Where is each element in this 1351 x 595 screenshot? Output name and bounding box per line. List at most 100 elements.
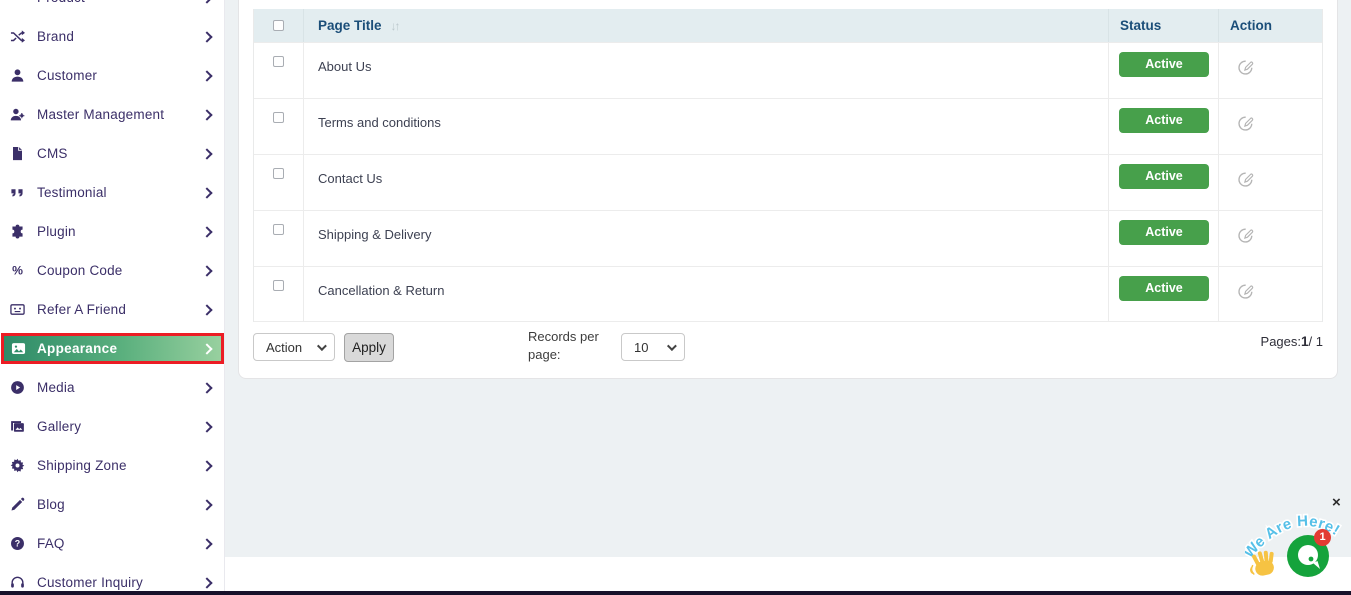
header-status-cell: Status: [1109, 9, 1219, 42]
row-checkbox[interactable]: [273, 56, 284, 67]
svg-text:?: ?: [14, 539, 19, 549]
user-gear-icon: [9, 107, 25, 123]
sidebar-item-label: Appearance: [37, 341, 117, 356]
chevron-right-icon: [201, 70, 212, 81]
sidebar-item-customer[interactable]: Customer: [0, 56, 225, 95]
chevron-right-icon: [201, 343, 212, 354]
chevron-right-icon: [201, 187, 212, 198]
sidebar-item-appearance-active[interactable]: Appearance: [1, 333, 224, 364]
sort-icon[interactable]: ↓↑: [391, 19, 399, 33]
edit-icon[interactable]: [1237, 227, 1254, 249]
sidebar-item-label: Blog: [37, 497, 65, 512]
sidebar-item-testimonial[interactable]: Testimonial: [0, 173, 225, 212]
status-badge[interactable]: Active: [1119, 276, 1209, 301]
page-title-text: Terms and conditions: [318, 115, 441, 130]
file-icon: [9, 146, 25, 162]
page-title-text: Cancellation & Return: [318, 283, 444, 298]
records-per-page-select[interactable]: 10: [621, 333, 685, 361]
sidebar-item-label: Refer A Friend: [37, 302, 126, 317]
table-row: Cancellation & Return Active: [254, 266, 1322, 322]
chevron-right-icon: [201, 109, 212, 120]
bottom-edge-bar: [0, 591, 1351, 595]
puzzle-icon: [9, 224, 25, 240]
status-badge[interactable]: Active: [1119, 52, 1209, 77]
action-cell: [1219, 211, 1324, 266]
row-checkbox-cell: [254, 155, 304, 210]
row-checkbox[interactable]: [273, 112, 284, 123]
sidebar-item-coupon-code[interactable]: % Coupon Code: [0, 251, 225, 290]
status-badge[interactable]: Active: [1119, 164, 1209, 189]
chevron-right-icon: [201, 226, 212, 237]
sidebar-item-appearance: Appearance: [0, 329, 225, 368]
bulk-action-select[interactable]: Action: [253, 333, 335, 361]
edit-icon[interactable]: [1237, 115, 1254, 137]
sidebar-item-master-management[interactable]: Master Management: [0, 95, 225, 134]
svg-text:%: %: [12, 264, 23, 278]
sidebar-menu: Product Brand Customer Master ManagementCMS…: [0, 0, 225, 591]
sidebar-item-brand[interactable]: Brand: [0, 17, 225, 56]
sidebar-item-media[interactable]: Media: [0, 368, 225, 407]
row-checkbox[interactable]: [273, 224, 284, 235]
sidebar-item-label: Coupon Code: [37, 263, 123, 278]
row-checkbox-cell: [254, 43, 304, 98]
waving-hand-icon: [1246, 546, 1284, 584]
notification-badge: 1: [1314, 529, 1331, 546]
sidebar-item-refer-a-friend[interactable]: Refer A Friend: [0, 290, 225, 329]
row-checkbox[interactable]: [273, 280, 284, 291]
page-title-cell: Contact Us: [304, 155, 1109, 210]
chevron-right-icon: [201, 499, 212, 510]
chevron-right-icon: [201, 265, 212, 276]
sidebar-item-shipping-zone[interactable]: Shipping Zone: [0, 446, 225, 485]
shuffle-icon: [9, 29, 25, 45]
chevron-right-icon: [201, 31, 212, 42]
sidebar-item-label: Media: [37, 380, 75, 395]
sidebar-item-blog[interactable]: Blog: [0, 485, 225, 524]
sidebar-item-plugin[interactable]: Plugin: [0, 212, 225, 251]
user-icon: [9, 68, 25, 84]
sidebar-item-gallery[interactable]: Gallery: [0, 407, 225, 446]
sidebar-item-cms[interactable]: CMS: [0, 134, 225, 173]
question-circle-icon: ?: [9, 536, 25, 552]
row-checkbox-cell: [254, 211, 304, 266]
records-per-page-label: Records per page:: [528, 328, 602, 363]
status-cell: Active: [1109, 99, 1219, 154]
sidebar-item-label: Customer: [37, 68, 97, 83]
table-row: Contact Us Active: [254, 154, 1322, 210]
image-icon: [10, 341, 26, 357]
page-title-text: Contact Us: [318, 171, 382, 186]
row-checkbox-cell: [254, 267, 304, 321]
action-cell: [1219, 155, 1324, 210]
table-row: Terms and conditions Active: [254, 98, 1322, 154]
app-root: Product Brand Customer Master ManagementCMS…: [0, 0, 1351, 595]
apply-button[interactable]: Apply: [344, 333, 394, 362]
icon: [9, 0, 25, 6]
pages-table-card: Page Title ↓↑ Status Action About UsActi…: [238, 0, 1338, 379]
chevron-right-icon: [201, 421, 212, 432]
sidebar-item-product[interactable]: Product: [0, 0, 225, 17]
status-badge[interactable]: Active: [1119, 108, 1209, 133]
row-checkbox-cell: [254, 99, 304, 154]
chevron-down-icon: [317, 341, 327, 351]
edit-icon[interactable]: [1237, 283, 1254, 305]
chevron-right-icon: [201, 577, 212, 588]
edit-icon[interactable]: [1237, 59, 1254, 81]
sidebar-item-customer-inquiry[interactable]: Customer Inquiry: [0, 563, 225, 591]
status-badge[interactable]: Active: [1119, 220, 1209, 245]
sidebar-item-faq[interactable]: ?FAQ: [0, 524, 225, 563]
sidebar-item-label: Brand: [37, 29, 74, 44]
sidebar-item-label: Plugin: [37, 224, 76, 239]
row-checkbox[interactable]: [273, 168, 284, 179]
status-cell: Active: [1109, 211, 1219, 266]
edit-icon[interactable]: [1237, 171, 1254, 193]
page-title-text: About Us: [318, 59, 371, 74]
gallery-icon: [9, 419, 25, 435]
pencil-icon: [9, 497, 25, 513]
chevron-right-icon: [201, 0, 212, 3]
card-icon: [9, 302, 25, 318]
bulk-action-value: Action: [266, 340, 302, 355]
sidebar-item-label: Gallery: [37, 419, 81, 434]
table-row: Shipping & DeliveryActive: [254, 210, 1322, 266]
action-cell: [1219, 43, 1324, 98]
action-cell: [1219, 267, 1324, 321]
select-all-checkbox[interactable]: [273, 20, 284, 31]
